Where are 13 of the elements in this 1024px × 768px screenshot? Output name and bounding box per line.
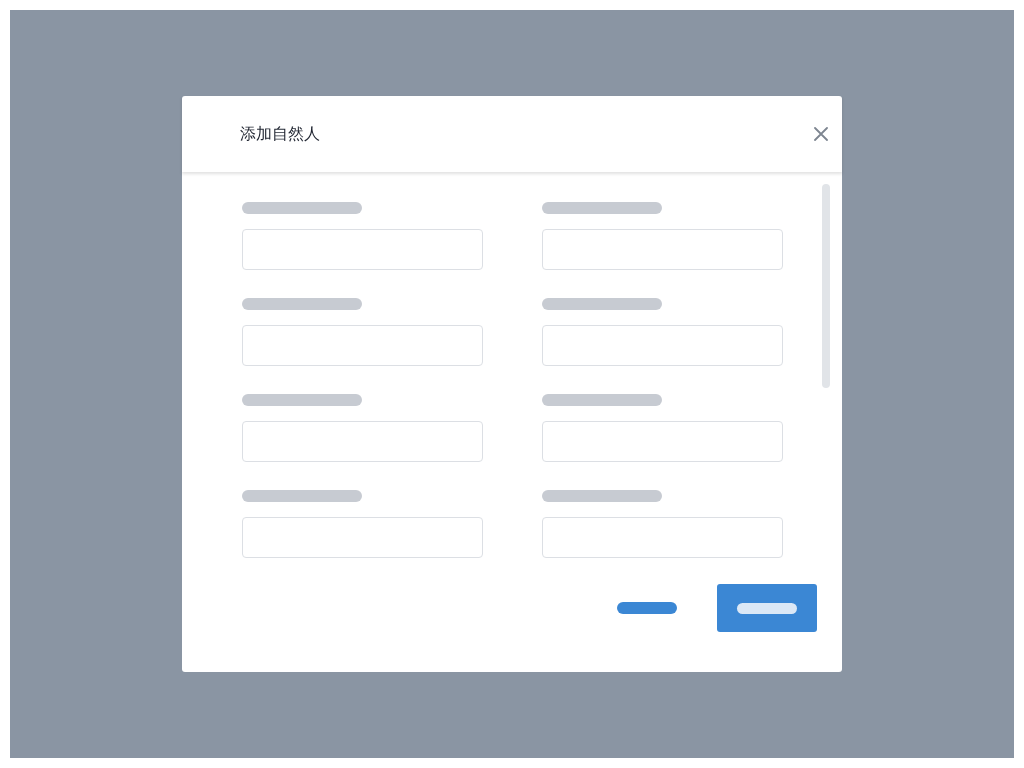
input-field[interactable]: [242, 421, 483, 462]
text-button-placeholder[interactable]: [617, 602, 677, 614]
primary-button[interactable]: [717, 584, 817, 632]
input-field[interactable]: [542, 421, 783, 462]
input-field[interactable]: [542, 517, 783, 558]
dialog-title: 添加自然人: [240, 123, 320, 145]
scrollbar[interactable]: [822, 184, 830, 388]
input-field[interactable]: [542, 325, 783, 366]
input-field[interactable]: [242, 229, 483, 270]
input-field[interactable]: [542, 229, 783, 270]
input-field[interactable]: [242, 325, 483, 366]
close-icon[interactable]: [814, 127, 828, 141]
input-field[interactable]: [242, 517, 483, 558]
